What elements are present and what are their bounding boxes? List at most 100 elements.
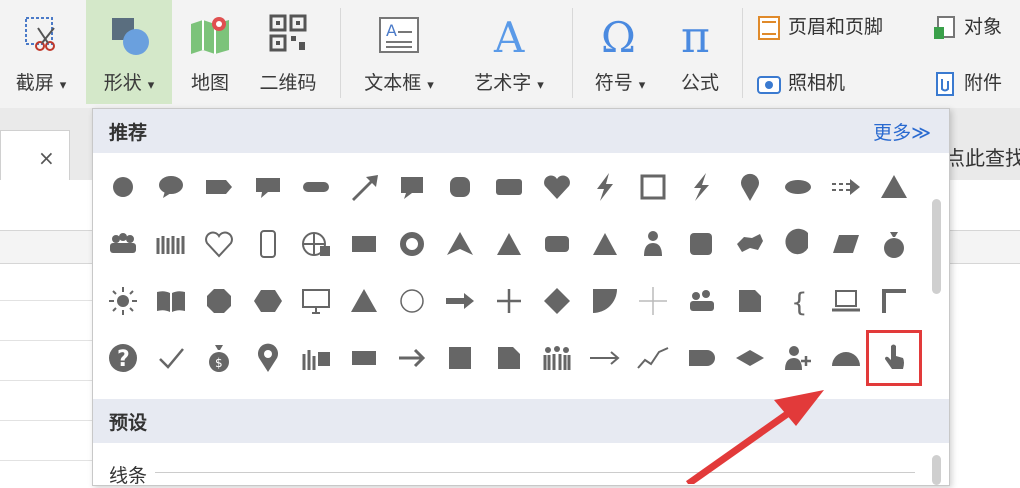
- heart-shape-icon[interactable]: [537, 167, 577, 207]
- shapes-button[interactable]: 形状 ▾: [86, 0, 172, 104]
- leaf-circle-shape-icon[interactable]: [778, 224, 818, 264]
- heart-outline-shape-icon[interactable]: [199, 224, 239, 264]
- bar-chart-people-shape-icon[interactable]: [296, 338, 336, 378]
- brace-shape-icon[interactable]: {: [778, 281, 818, 321]
- rounded-rect-shape-icon[interactable]: [489, 167, 529, 207]
- phone-shape-icon[interactable]: [248, 224, 288, 264]
- arrow-right-long-shape-icon[interactable]: [585, 338, 625, 378]
- money-bag-shape-icon[interactable]: [874, 224, 914, 264]
- triangle-2-shape-icon[interactable]: [489, 224, 529, 264]
- laptop-shape-icon[interactable]: [826, 281, 866, 321]
- money-bag-2-shape-icon[interactable]: $: [199, 338, 239, 378]
- corner-frame-shape-icon[interactable]: [874, 281, 914, 321]
- diamond-shape-icon[interactable]: [537, 281, 577, 321]
- arrow-dashed-shape-icon[interactable]: [826, 167, 866, 207]
- square-shape-icon[interactable]: [440, 338, 480, 378]
- rectangle-shape-icon[interactable]: [344, 224, 384, 264]
- document-tab[interactable]: [0, 130, 70, 181]
- chevron-down-icon: ▾: [638, 78, 646, 93]
- divider: [742, 8, 743, 98]
- svg-text:A: A: [493, 13, 525, 60]
- header-footer-button[interactable]: 页眉和页脚: [756, 12, 883, 41]
- lightning-2-shape-icon[interactable]: [681, 167, 721, 207]
- qrcode-label: 二维码: [259, 72, 317, 94]
- attachment-button[interactable]: 附件: [932, 68, 1002, 97]
- snip-square-shape-icon[interactable]: [489, 338, 529, 378]
- book-shape-icon[interactable]: [151, 281, 191, 321]
- square-outline-shape-icon[interactable]: [633, 167, 673, 207]
- scrollbar-thumb[interactable]: [932, 199, 941, 294]
- symbol-button[interactable]: Ω 符号 ▾: [582, 0, 658, 104]
- camera-button[interactable]: 照相机: [756, 68, 845, 97]
- circle-shape-icon[interactable]: [103, 167, 143, 207]
- scrollbar[interactable]: [929, 169, 943, 399]
- globe-shape-icon[interactable]: [296, 224, 336, 264]
- svg-text:Ω: Ω: [601, 13, 636, 60]
- quarter-circle-shape-icon[interactable]: [585, 281, 625, 321]
- people-row-shape-icon[interactable]: [151, 224, 191, 264]
- wordart-label: 艺术字: [474, 72, 532, 94]
- rounded-bar-shape-icon[interactable]: [296, 167, 336, 207]
- pentagon-tag-shape-icon[interactable]: [681, 338, 721, 378]
- wordart-button[interactable]: A 艺术字 ▾: [458, 0, 560, 104]
- monitor-shape-icon[interactable]: [296, 281, 336, 321]
- tag-shape-icon[interactable]: [199, 167, 239, 207]
- row-line: [0, 380, 100, 381]
- diamond-flat-shape-icon[interactable]: [730, 338, 770, 378]
- octagon-shape-icon[interactable]: [199, 281, 239, 321]
- callout-rect-shape-icon[interactable]: [248, 167, 288, 207]
- row-line: [0, 460, 100, 461]
- formula-label: 公式: [680, 72, 719, 94]
- object-label: 对象: [964, 16, 1003, 38]
- triangle-shape-icon[interactable]: [874, 167, 914, 207]
- triangle-3-shape-icon[interactable]: [585, 224, 625, 264]
- rounded-square-2-shape-icon[interactable]: [681, 224, 721, 264]
- find-command-text[interactable]: 点此查找: [945, 142, 1020, 171]
- person-shape-icon[interactable]: [633, 224, 673, 264]
- divider: [340, 8, 341, 98]
- triangle-4-shape-icon[interactable]: [344, 281, 384, 321]
- check-shape-icon[interactable]: [151, 338, 191, 378]
- ring-shape-icon[interactable]: [392, 224, 432, 264]
- triangle-thick-shape-icon[interactable]: [440, 224, 480, 264]
- speech-bubble-shape-icon[interactable]: [151, 167, 191, 207]
- more-link[interactable]: 更多≫: [873, 118, 931, 145]
- arrow-right-shape-icon[interactable]: [392, 338, 432, 378]
- formula-button[interactable]: π 公式: [664, 0, 736, 104]
- rounded-rect-2-shape-icon[interactable]: [537, 224, 577, 264]
- location-pin-shape-icon[interactable]: [248, 338, 288, 378]
- screenshot-button[interactable]: 截屏 ▾: [4, 0, 78, 104]
- close-icon[interactable]: ×: [38, 146, 55, 170]
- lightning-shape-icon[interactable]: [585, 167, 625, 207]
- object-button[interactable]: 对象: [932, 12, 1002, 41]
- rounded-corner-square-shape-icon[interactable]: [730, 281, 770, 321]
- sun-shape-icon[interactable]: [103, 281, 143, 321]
- chevron-down-icon: ▾: [59, 78, 67, 93]
- circle-outline-shape-icon[interactable]: [392, 281, 432, 321]
- crowd-shape-icon[interactable]: [537, 338, 577, 378]
- rounded-square-shape-icon[interactable]: [440, 167, 480, 207]
- map-china-shape-icon[interactable]: [730, 224, 770, 264]
- plus-shape-icon[interactable]: [489, 281, 529, 321]
- pin-shape-icon[interactable]: [730, 167, 770, 207]
- people-group-shape-icon[interactable]: [103, 224, 143, 264]
- line-chart-shape-icon[interactable]: [633, 338, 673, 378]
- callout-square-shape-icon[interactable]: [392, 167, 432, 207]
- qrcode-button[interactable]: 二维码: [248, 0, 328, 104]
- arrow-diagonal-shape-icon[interactable]: [344, 167, 384, 207]
- screenshot-icon: [25, 17, 55, 51]
- textbox-button[interactable]: A 文本框 ▾: [348, 0, 450, 104]
- arrow-right-thick-shape-icon[interactable]: [440, 281, 480, 321]
- semicircle-shape-icon[interactable]: [826, 338, 866, 378]
- map-button[interactable]: 地图: [178, 0, 242, 104]
- people-2-shape-icon[interactable]: [681, 281, 721, 321]
- add-person-shape-icon[interactable]: [778, 338, 818, 378]
- cross-thin-shape-icon[interactable]: [633, 281, 673, 321]
- rect-small-shape-icon[interactable]: [344, 338, 384, 378]
- presets-title: 预设: [109, 412, 148, 434]
- scrollbar-thumb[interactable]: [932, 455, 941, 485]
- question-mark-shape-icon[interactable]: ?: [103, 338, 143, 378]
- ellipse-shape-icon[interactable]: [778, 167, 818, 207]
- hexagon-shape-icon[interactable]: [248, 281, 288, 321]
- parallelogram-shape-icon[interactable]: [826, 224, 866, 264]
